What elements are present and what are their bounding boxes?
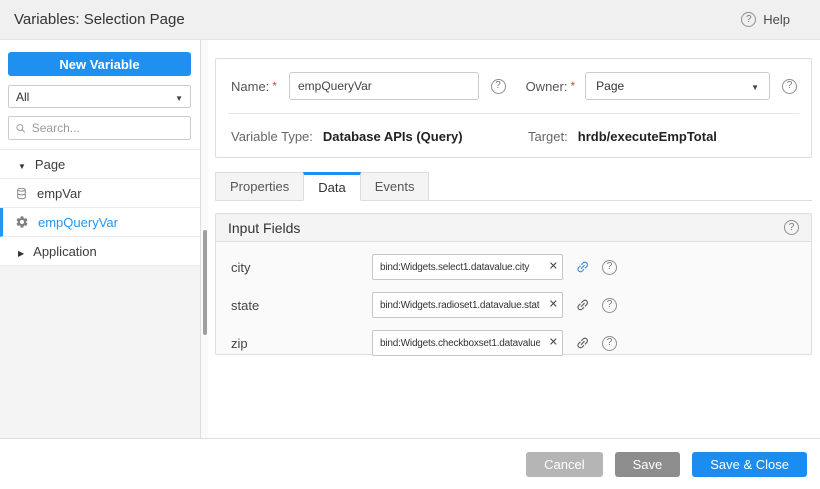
required-marker: *	[570, 79, 575, 93]
cancel-button[interactable]: Cancel	[526, 452, 602, 477]
detail-tabbar: Properties Data Events	[215, 172, 812, 201]
input-fields-help-icon[interactable]	[784, 220, 799, 235]
tree-item-label: empVar	[37, 186, 82, 201]
field-help-icon[interactable]	[602, 298, 617, 313]
variables-tree: Page empVar empQueryVar Application	[0, 149, 200, 266]
variable-filter-value: All	[16, 90, 29, 104]
help-label: Help	[763, 12, 790, 27]
bind-link-icon[interactable]	[571, 256, 594, 279]
input-fields-card: Input Fields city state	[215, 213, 812, 355]
state-bind-input[interactable]	[372, 292, 563, 318]
tab-properties[interactable]: Properties	[215, 172, 304, 201]
target-value: hrdb/executeEmpTotal	[578, 129, 717, 144]
gear-icon	[15, 215, 29, 229]
dialog-header: Variables: Selection Page Help	[0, 0, 820, 40]
variable-summary-card: Name:* Owner:* Page Variable Type: Datab…	[215, 58, 812, 158]
clear-icon[interactable]	[549, 300, 558, 311]
search-icon	[15, 122, 27, 135]
help-icon	[741, 12, 756, 27]
tab-events[interactable]: Events	[360, 172, 430, 201]
field-label: city	[231, 260, 372, 275]
field-label: zip	[231, 336, 372, 351]
variable-filter-select[interactable]: All	[8, 85, 191, 108]
input-fields-header: Input Fields	[216, 214, 811, 242]
input-fields-title: Input Fields	[228, 220, 300, 236]
variable-detail-panel: Name:* Owner:* Page Variable Type: Datab…	[208, 40, 820, 438]
type-target-row: Variable Type: Database APIs (Query) Tar…	[216, 114, 811, 144]
chevron-down-icon	[175, 90, 183, 104]
clear-icon[interactable]	[549, 338, 558, 349]
tree-item-application[interactable]: Application	[0, 237, 200, 266]
search-input[interactable]	[32, 121, 184, 135]
expand-icon	[18, 244, 24, 259]
field-help-icon[interactable]	[602, 336, 617, 351]
field-label: state	[231, 298, 372, 313]
name-input[interactable]	[289, 72, 479, 100]
zip-bind-input[interactable]	[372, 330, 563, 356]
sidebar-scrollbar[interactable]	[200, 40, 208, 438]
bind-link-icon[interactable]	[571, 294, 594, 317]
chevron-down-icon	[751, 79, 759, 93]
owner-value: Page	[596, 79, 624, 93]
name-help-icon[interactable]	[491, 79, 506, 94]
tab-data[interactable]: Data	[303, 172, 360, 201]
scrollbar-thumb[interactable]	[203, 230, 207, 335]
new-variable-button[interactable]: New Variable	[8, 52, 191, 76]
variables-sidebar: New Variable All Page empVar empQueryVar	[0, 40, 200, 438]
help-button[interactable]: Help	[741, 12, 790, 27]
page-title: Variables: Selection Page	[14, 11, 185, 28]
variable-type-label: Variable Type:	[231, 129, 313, 144]
owner-select[interactable]: Page	[585, 72, 770, 100]
save-and-close-button[interactable]: Save & Close	[692, 452, 807, 477]
dialog-footer: Cancel Save Save & Close	[0, 438, 820, 489]
collapse-icon	[18, 157, 26, 172]
city-bind-input[interactable]	[372, 254, 563, 280]
tree-item-label: empQueryVar	[38, 215, 118, 230]
clear-icon[interactable]	[549, 262, 558, 273]
tree-item-empvar[interactable]: empVar	[0, 179, 200, 208]
tree-item-page[interactable]: Page	[0, 150, 200, 179]
sidebar-controls: New Variable All	[0, 40, 200, 149]
target-group: Target: hrdb/executeEmpTotal	[528, 129, 717, 144]
field-help-icon[interactable]	[602, 260, 617, 275]
database-icon	[15, 187, 28, 200]
tree-item-empqueryvar[interactable]: empQueryVar	[0, 208, 200, 237]
name-owner-row: Name:* Owner:* Page	[216, 59, 811, 100]
search-box	[8, 116, 191, 140]
target-label: Target:	[528, 129, 568, 144]
field-row-zip: zip	[216, 330, 811, 356]
field-row-state: state	[216, 292, 811, 318]
tree-item-label: Page	[35, 157, 65, 172]
bind-input-wrap	[372, 292, 563, 318]
bind-link-icon[interactable]	[571, 332, 594, 355]
owner-label: Owner:	[526, 79, 568, 94]
name-label: Name:	[231, 79, 269, 94]
bind-input-wrap	[372, 254, 563, 280]
owner-help-icon[interactable]	[782, 79, 797, 94]
variable-type-value: Database APIs (Query)	[323, 129, 463, 144]
required-marker: *	[272, 79, 277, 93]
field-row-city: city	[216, 254, 811, 280]
bind-input-wrap	[372, 330, 563, 356]
tree-item-label: Application	[33, 244, 97, 259]
save-button[interactable]: Save	[615, 452, 681, 477]
